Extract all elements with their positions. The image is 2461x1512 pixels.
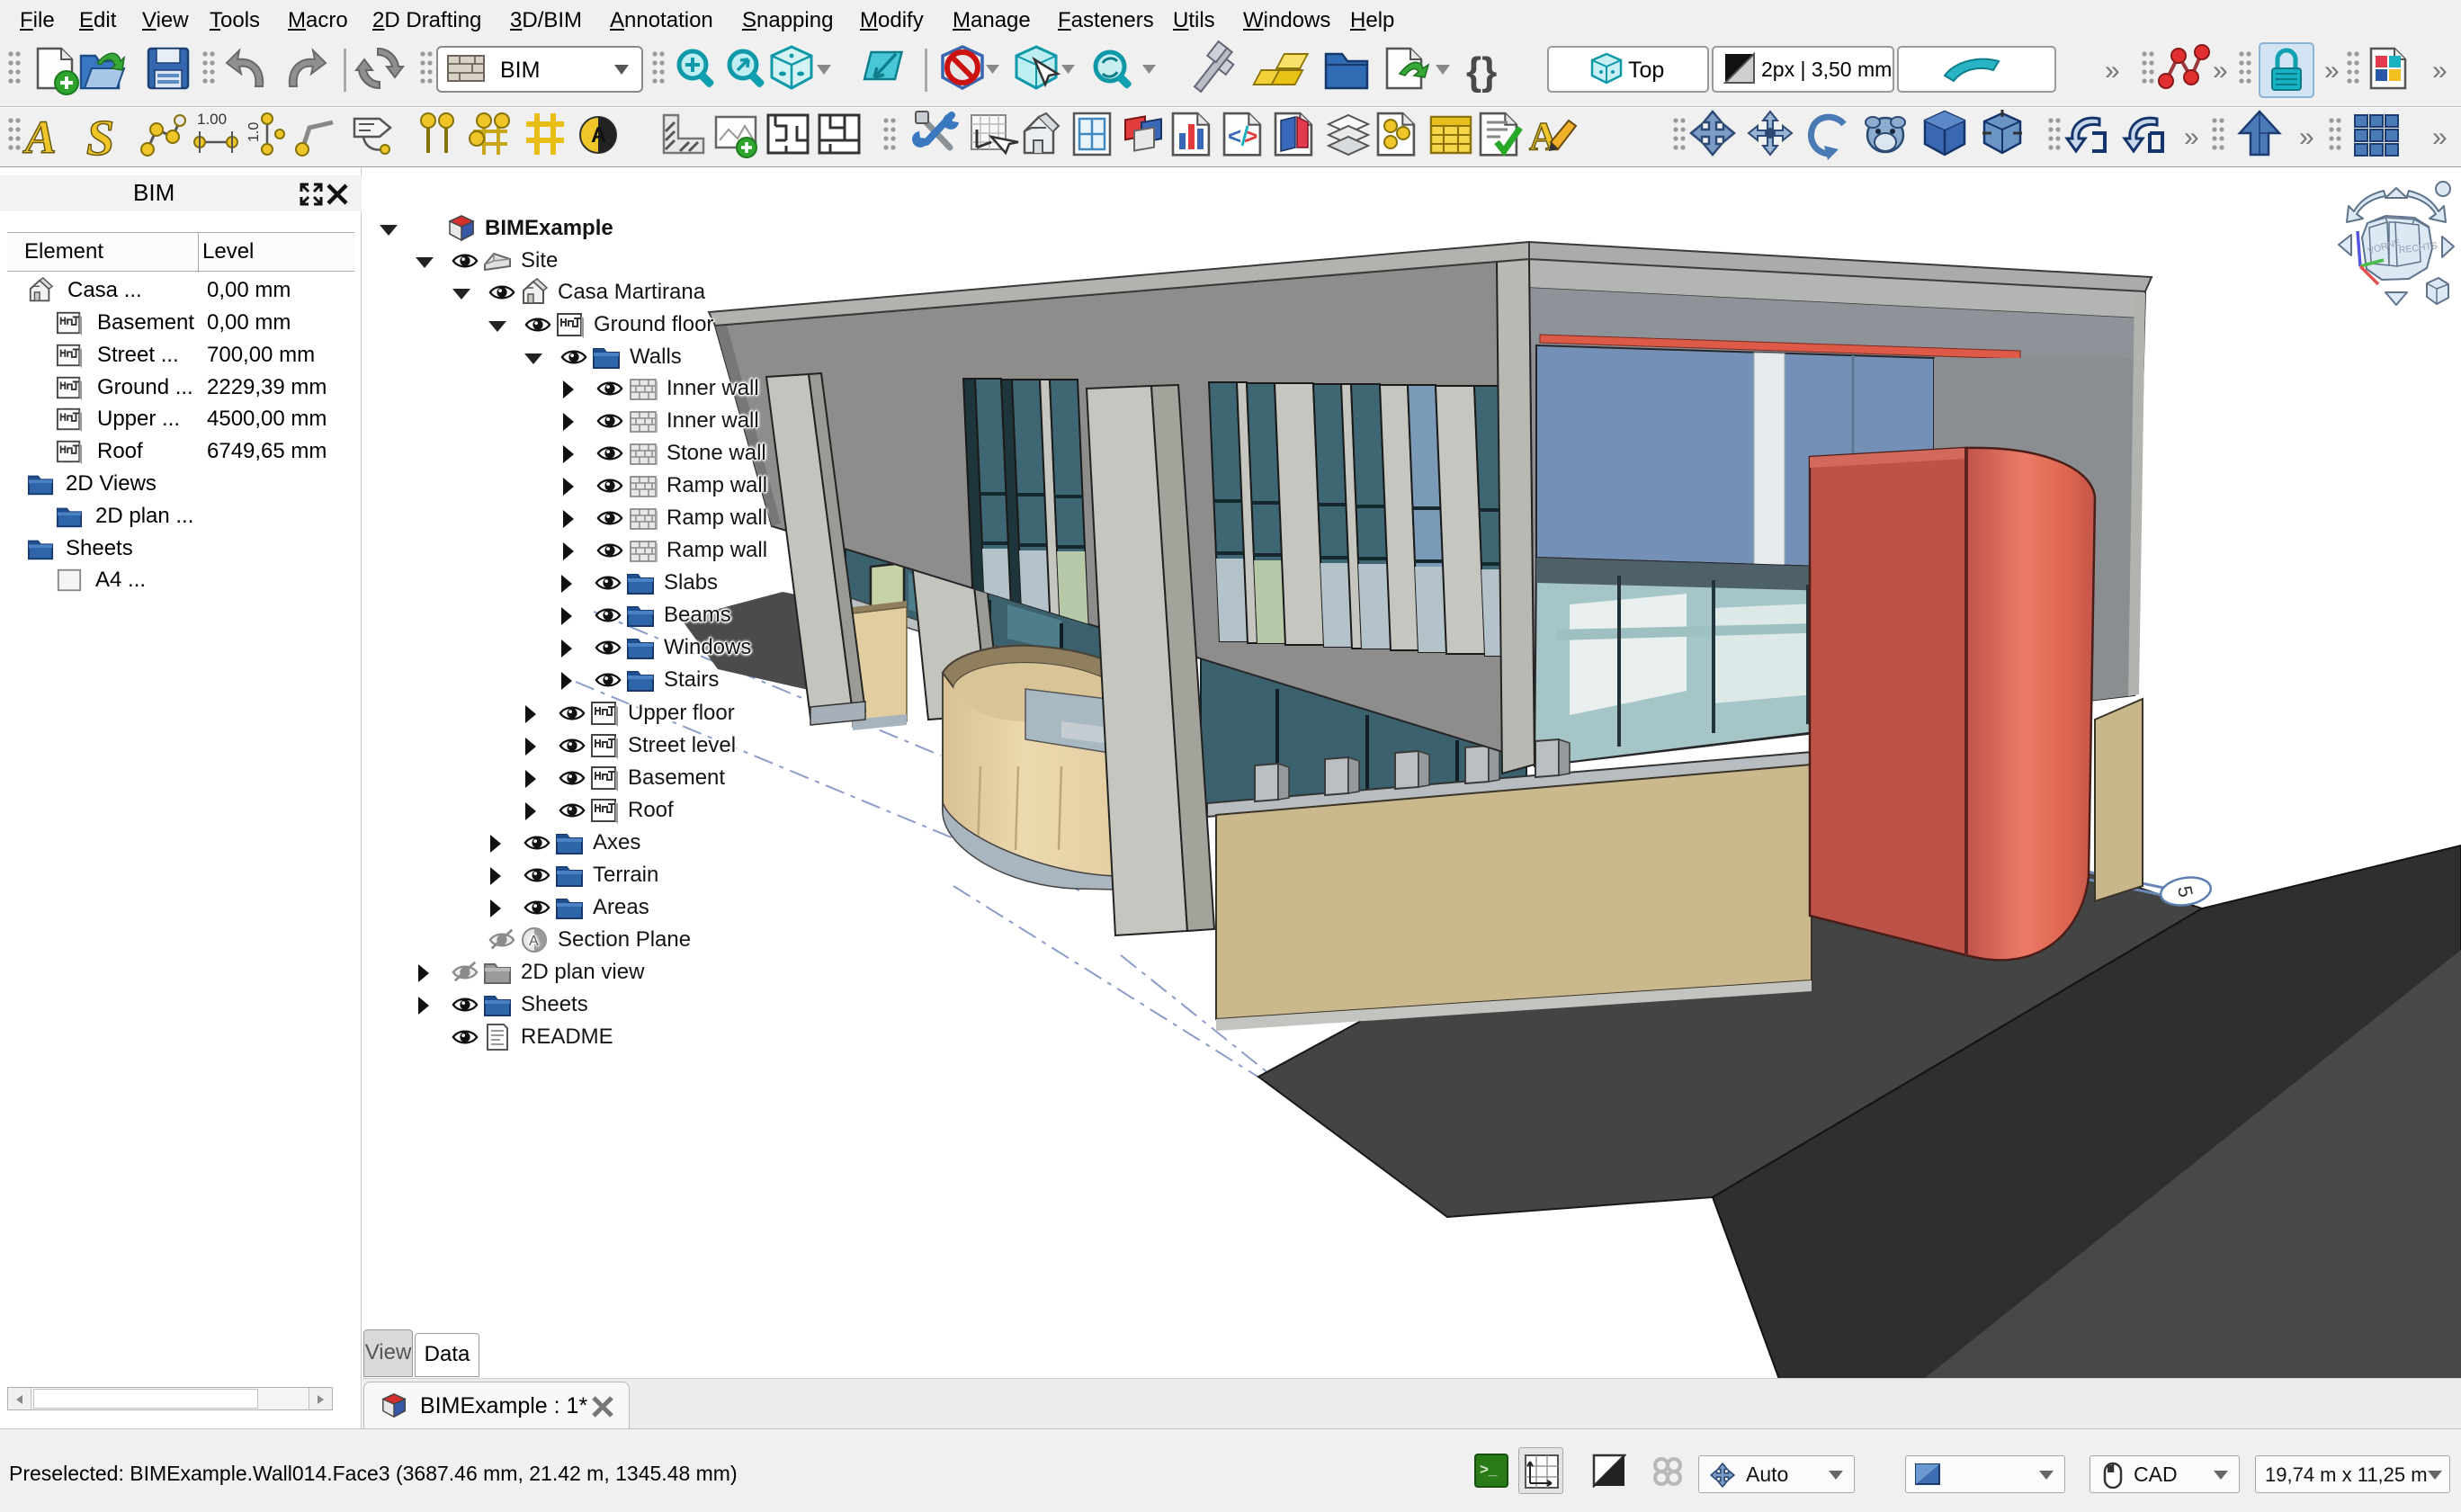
svg-text:»: » bbox=[2324, 56, 2340, 85]
svg-text:A: A bbox=[591, 123, 606, 148]
svg-text:»: » bbox=[2432, 56, 2448, 85]
svg-text:»: » bbox=[2432, 122, 2448, 152]
svg-text:2px | 3,50 mm: 2px | 3,50 mm bbox=[1761, 58, 1892, 81]
svg-text:{}: {} bbox=[1466, 49, 1497, 94]
svg-text:BIM: BIM bbox=[500, 58, 540, 83]
svg-text:»: » bbox=[2299, 122, 2314, 152]
svg-text:»: » bbox=[2213, 56, 2228, 85]
svg-text:1.0: 1.0 bbox=[246, 122, 262, 142]
svg-text:S: S bbox=[86, 111, 114, 166]
svg-text:1.00: 1.00 bbox=[197, 111, 227, 128]
svg-text:»: » bbox=[2105, 56, 2120, 85]
svg-text:A: A bbox=[1529, 114, 1558, 158]
svg-text:<: < bbox=[1228, 122, 1241, 149]
svg-text:»: » bbox=[2184, 122, 2199, 152]
svg-text:A: A bbox=[22, 112, 57, 164]
svg-text:Top: Top bbox=[1628, 58, 1664, 83]
